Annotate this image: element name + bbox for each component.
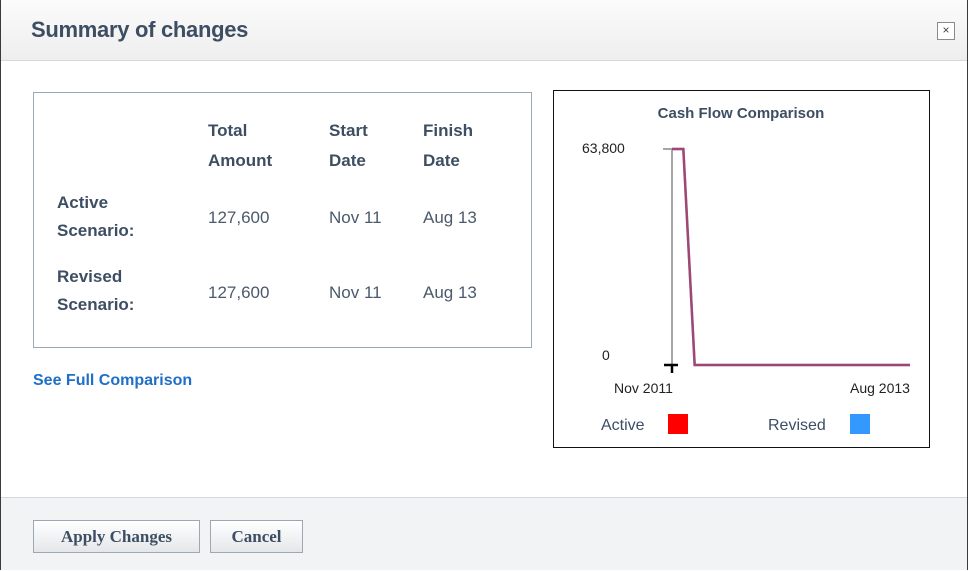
column-header-line: Amount: [208, 151, 273, 170]
row-header-active-scenario: Active Scenario:: [57, 189, 134, 245]
column-header-line: Start: [329, 121, 368, 140]
see-full-comparison-link[interactable]: See Full Comparison: [33, 372, 192, 390]
active-finish-date: Aug 13: [423, 208, 477, 227]
column-header-start-date: Start Date: [329, 116, 368, 176]
summary-dialog: Summary of changes × Total Amount Start …: [0, 0, 968, 570]
row-header-line: Active: [57, 193, 109, 212]
row-header-line: Scenario:: [57, 221, 135, 240]
revised-finish-date: Aug 13: [423, 283, 477, 302]
legend-label-revised: Revised: [768, 417, 826, 434]
chart-svg: Cash Flow Comparison 63,800 0 Nov 2011 Aug 2…: [582, 105, 910, 434]
y-tick-label: 63,800: [582, 140, 625, 156]
x-tick-label: Aug 2013: [850, 380, 910, 396]
active-total-amount: 127,600: [208, 208, 270, 227]
apply-changes-button[interactable]: Apply Changes: [33, 520, 200, 553]
series-line-revised: [672, 147, 910, 367]
cash-flow-chart: Cash Flow Comparison 63,800 0 Nov 2011 Aug 2…: [553, 90, 930, 448]
row-header-line: Scenario:: [57, 295, 135, 314]
column-header-line: Date: [423, 151, 460, 170]
column-header-finish-date: Finish Date: [423, 116, 473, 176]
x-tick-label: Nov 2011: [614, 380, 673, 396]
series-line-active: [672, 147, 910, 367]
column-header-line: Total: [208, 121, 248, 140]
revised-start-date: Nov 11: [329, 283, 382, 302]
legend-swatch-active: [668, 414, 688, 434]
y-tick-label: 0: [602, 347, 610, 363]
row-header-line: Revised: [57, 267, 123, 286]
chart-title: Cash Flow Comparison: [658, 105, 825, 122]
column-header-line: Finish: [423, 121, 474, 140]
cancel-button[interactable]: Cancel: [210, 520, 303, 553]
legend-swatch-revised: [850, 414, 870, 434]
active-start-date: Nov 11: [329, 208, 382, 227]
close-icon[interactable]: ×: [937, 22, 955, 40]
dialog-footer: Apply Changes Cancel: [1, 497, 967, 570]
revised-total-amount: 127,600: [208, 283, 270, 302]
legend-label-active: Active: [601, 417, 645, 434]
dialog-title: Summary of changes: [31, 17, 249, 42]
column-header-line: Date: [329, 151, 366, 170]
row-header-revised-scenario: Revised Scenario:: [57, 263, 134, 319]
summary-table: Total Amount Start Date Finish Date Acti…: [33, 92, 532, 348]
column-header-total-amount: Total Amount: [208, 116, 272, 176]
dialog-titlebar: Summary of changes ×: [1, 0, 967, 61]
